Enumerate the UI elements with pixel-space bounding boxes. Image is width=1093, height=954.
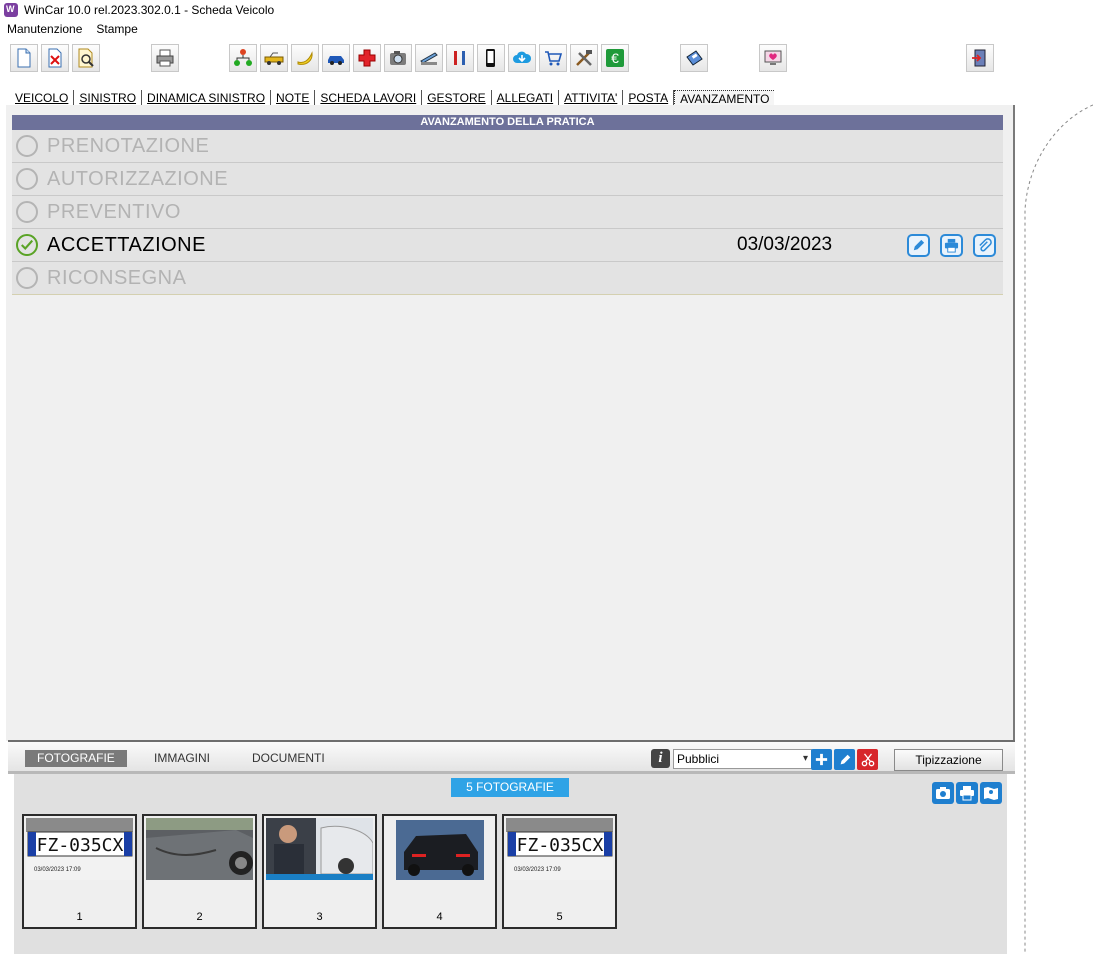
svg-text:€: € [611,50,619,66]
photo-number: 3 [316,911,323,923]
photo-gallery: 5 FOTOGRAFIE FZ-035CX 03/03/2023 17:09 1 [14,774,1007,954]
preview-icon[interactable] [72,44,100,72]
map-icon[interactable] [980,782,1002,804]
window-title: WinCar 10.0 rel.2023.302.0.1 - Scheda Ve… [24,3,275,17]
attachments-toolbar: FOTOGRAFIE IMMAGINI DOCUMENTI i Pubblici… [8,740,1015,787]
plate-text: FZ-035CX [37,835,124,856]
photo-image: FZ-035CX 03/03/2023 17:09 [26,818,133,880]
photo-image [266,818,373,880]
video-phone-icon[interactable] [477,44,505,72]
step-row-riconsegna[interactable]: RICONSEGNA [12,262,1003,295]
tab-sinistro[interactable]: SINISTRO [74,90,143,106]
plate-text: FZ-035CX [517,835,604,856]
photo-thumbnail[interactable]: 4 [382,814,497,929]
step-date: 03/03/2023 [737,234,833,255]
paperclip-icon[interactable] [973,234,996,257]
print-photos-icon[interactable] [956,782,978,804]
toolbar: € [0,42,1093,76]
camera-add-icon[interactable] [932,782,954,804]
photo-count-badge: 5 FOTOGRAFIE [451,778,569,797]
dashed-outline [1024,104,1093,954]
step-row-autorizzazione[interactable]: AUTORIZZAZIONE [12,163,1003,196]
photo-number: 1 [76,911,83,923]
photo-date-stamp: 03/03/2023 17:09 [514,867,561,873]
check-circle-icon [16,234,38,256]
tipizzazione-allegati-button[interactable]: Tipizzazione Allegati [894,749,1003,787]
red-cross-icon[interactable] [353,44,381,72]
new-document-icon[interactable] [10,44,38,72]
tab-posta[interactable]: POSTA [623,90,675,106]
photo-image: FZ-035CX 03/03/2023 17:09 [506,818,613,880]
photo-thumbnail[interactable]: 2 [142,814,257,929]
tab-dinamica-sinistro[interactable]: DINAMICA SINISTRO [142,90,272,106]
edit-button[interactable] [834,749,855,770]
photo-image [386,818,493,880]
menu-manutenzione[interactable]: Manutenzione [7,22,82,40]
tab-attivita[interactable]: ATTIVITA' [559,90,624,106]
visibility-select[interactable]: Pubblici ▾ [673,749,812,769]
step-label: ACCETTAZIONE [47,233,206,256]
print-icon[interactable] [940,234,963,257]
step-label: PREVENTIVO [47,200,181,223]
tab-fotografie[interactable]: FOTOGRAFIE [25,750,127,767]
tab-immagini[interactable]: IMMAGINI [142,750,222,767]
menu-stampe[interactable]: Stampe [96,22,137,40]
tools-icon[interactable] [446,44,474,72]
tab-avanzamento[interactable]: AVANZAMENTO [674,90,775,106]
chevron-down-icon: ▾ [802,753,808,764]
cart-icon[interactable] [539,44,567,72]
hammer-wrench-icon[interactable] [570,44,598,72]
visibility-select-value: Pubblici [677,752,720,766]
photo-number: 4 [436,911,443,923]
step-label: AUTORIZZAZIONE [47,167,229,190]
photo-thumbnail[interactable]: FZ-035CX 03/03/2023 17:09 1 [22,814,137,929]
menu-bar: Manutenzione Stampe [0,22,138,40]
progress-panel: AVANZAMENTO DELLA PRATICA PRENOTAZIONE A… [6,105,1015,741]
empty-circle-icon [16,135,38,157]
exit-door-icon[interactable] [966,44,994,72]
tab-veicolo[interactable]: VEICOLO [10,90,75,106]
cloud-download-icon[interactable] [508,44,536,72]
progress-header: AVANZAMENTO DELLA PRATICA [12,115,1003,130]
photo-thumbnail[interactable]: 3 [262,814,377,929]
step-label: RICONSEGNA [47,266,187,289]
add-button[interactable] [811,749,832,770]
info-icon[interactable]: i [651,749,670,768]
title-bar: WinCar 10.0 rel.2023.302.0.1 - Scheda Ve… [0,0,1093,20]
empty-circle-icon [16,201,38,223]
tab-scheda-lavori[interactable]: SCHEDA LAVORI [315,90,423,106]
photo-number: 2 [196,911,203,923]
step-row-prenotazione[interactable]: PRENOTAZIONE [12,130,1003,163]
step-label: PRENOTAZIONE [47,134,210,157]
tab-documenti[interactable]: DOCUMENTI [240,750,337,767]
tow-truck-icon[interactable] [260,44,288,72]
photo-number: 5 [556,911,563,923]
car-icon[interactable] [322,44,350,72]
edit-pencil-icon[interactable] [907,234,930,257]
step-row-accettazione[interactable]: ACCETTAZIONE 03/03/2023 [12,229,1003,262]
photo-image [146,818,253,880]
tab-strip: VEICOLO SINISTRO DINAMICA SINISTRO NOTE … [10,88,775,106]
step-row-preventivo[interactable]: PREVENTIVO [12,196,1003,229]
photo-date-stamp: 03/03/2023 17:09 [34,867,81,873]
photo-thumbnail[interactable]: FZ-035CX 03/03/2023 17:09 5 [502,814,617,929]
tab-note[interactable]: NOTE [271,90,316,106]
empty-circle-icon [16,168,38,190]
printer-icon[interactable] [151,44,179,72]
banana-icon[interactable] [291,44,319,72]
camera-icon[interactable] [384,44,412,72]
heart-display-icon[interactable] [759,44,787,72]
hierarchy-icon[interactable] [229,44,257,72]
euro-icon[interactable]: € [601,44,629,72]
scanner-icon[interactable] [415,44,443,72]
scissors-icon[interactable] [857,749,878,770]
empty-circle-icon [16,267,38,289]
tab-allegati[interactable]: ALLEGATI [492,90,560,106]
delete-document-icon[interactable] [41,44,69,72]
app-logo-icon [4,3,18,17]
card-reader-icon[interactable] [680,44,708,72]
tab-gestore[interactable]: GESTORE [422,90,492,106]
